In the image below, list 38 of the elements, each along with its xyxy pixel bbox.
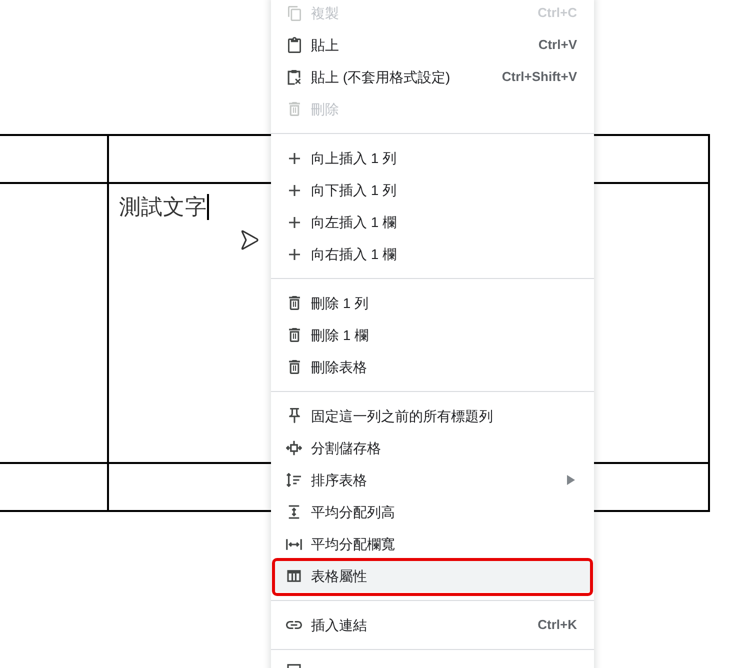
- menu-item[interactable]: 平均分配欄寬: [271, 528, 594, 560]
- trash-icon: [288, 102, 300, 116]
- plus-icon: [288, 184, 300, 196]
- menu-item[interactable]: 固定這一列之前的所有標題列: [271, 400, 594, 432]
- keyboard-shortcut: Ctrl+K: [538, 616, 577, 634]
- plus-icon: [288, 248, 300, 260]
- menu-item[interactable]: 插入連結 Ctrl+K: [271, 609, 594, 641]
- menu-item[interactable]: 向下插入 1 列: [271, 174, 594, 206]
- clipboard-x-icon: [287, 69, 301, 85]
- trash-icon: [288, 360, 300, 374]
- cell-text: 測試文字: [119, 194, 207, 220]
- menu-item[interactable]: 向左插入 1 欄: [271, 206, 594, 238]
- plus-icon: [288, 216, 300, 228]
- menu-item[interactable]: 刪除表格: [271, 351, 594, 383]
- menu-item[interactable]: 刪除 1 欄: [271, 319, 594, 351]
- sort-icon: [286, 473, 302, 487]
- link-icon: [286, 621, 302, 629]
- trash-icon: [288, 296, 300, 310]
- menu-item[interactable]: 分割儲存格: [271, 432, 594, 464]
- menu-item[interactable]: 貼上 (不套用格式設定) Ctrl+Shift+V: [271, 61, 594, 93]
- table-icon: [287, 570, 301, 582]
- menu-item[interactable]: 向上插入 1 列: [271, 142, 594, 174]
- trash-icon: [288, 328, 300, 342]
- clipboard-icon: [288, 37, 300, 53]
- menu-item[interactable]: 平均分配列高: [271, 496, 594, 528]
- copy-icon: [288, 6, 300, 20]
- mouse-pointer-icon: [240, 229, 259, 251]
- keyboard-shortcut: Ctrl+V: [538, 36, 577, 54]
- menu-item[interactable]: 向右插入 1 欄: [271, 238, 594, 270]
- menu-item[interactable]: 排序表格: [271, 464, 594, 496]
- keyboard-shortcut: Ctrl+Shift+V: [502, 68, 577, 86]
- column-width-icon: [286, 538, 302, 550]
- row-height-icon: [288, 505, 300, 519]
- pin-icon: [288, 408, 300, 424]
- split-cell-icon: [286, 440, 302, 456]
- menu-item[interactable]: 刪除 1 列: [271, 287, 594, 319]
- plus-icon: [288, 152, 300, 164]
- menu-item[interactable]: 貼上 Ctrl+V: [271, 29, 594, 61]
